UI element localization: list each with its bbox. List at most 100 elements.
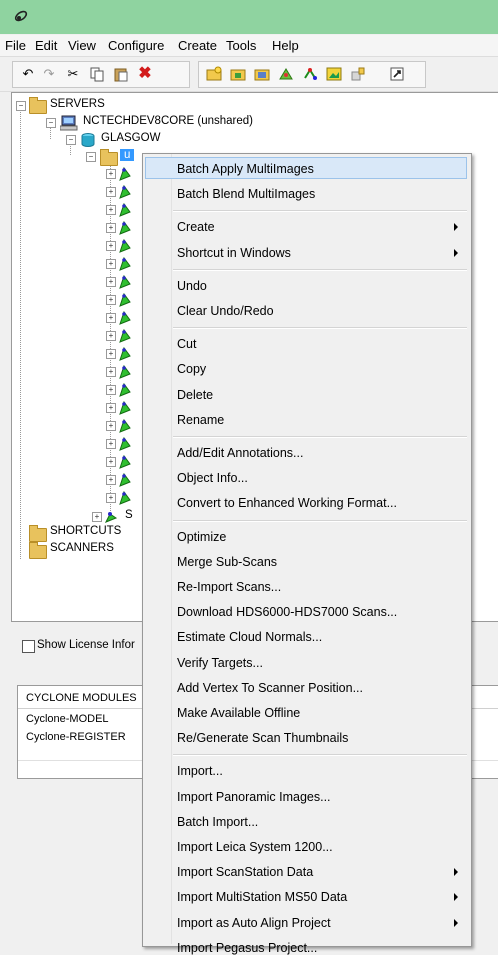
menu-item-optimize[interactable]: Optimize [177, 530, 226, 544]
toolbar: ↶ ↷ ✂ ✖ [0, 57, 498, 92]
menu-tools[interactable]: Tools [226, 38, 256, 53]
menu-item-delete[interactable]: Delete [177, 388, 213, 402]
tree-node-scan[interactable]: + [12, 364, 152, 380]
collapse-icon[interactable]: − [66, 135, 76, 145]
menu-item-import-multistation-ms50-data[interactable]: Import MultiStation MS50 Data [177, 890, 347, 904]
tree-node-scan[interactable]: + [12, 184, 152, 200]
folder-new-icon[interactable] [206, 66, 222, 82]
tree-node-scan[interactable]: + [12, 490, 152, 506]
register-icon[interactable] [302, 66, 318, 82]
expand-icon[interactable]: + [106, 439, 116, 449]
copy-icon[interactable] [89, 66, 105, 82]
help-icon[interactable] [389, 66, 405, 82]
tree-node-servers[interactable]: − SERVERS [12, 97, 212, 114]
tree-node-database[interactable]: − GLASGOW [12, 132, 212, 148]
menu-item-create[interactable]: Create [177, 220, 215, 234]
expand-icon[interactable]: + [106, 403, 116, 413]
tree-node-scan[interactable]: + [12, 202, 152, 218]
folder-image-icon[interactable] [254, 66, 270, 82]
tree-node-scan[interactable]: + [12, 472, 152, 488]
menu-item-add-vertex-to-scanner-position[interactable]: Add Vertex To Scanner Position... [177, 681, 363, 695]
image-icon[interactable] [326, 66, 342, 82]
menu-item-import-scanstation-data[interactable]: Import ScanStation Data [177, 865, 313, 879]
menu-view[interactable]: View [68, 38, 96, 53]
menu-item-import[interactable]: Import... [177, 764, 223, 778]
expand-icon[interactable]: + [106, 223, 116, 233]
tree-node-scan[interactable]: + [12, 382, 152, 398]
expand-icon[interactable]: + [106, 187, 116, 197]
menu-item-batch-import[interactable]: Batch Import... [177, 815, 258, 829]
menu-item-cut[interactable]: Cut [177, 337, 196, 351]
tree-node-scan[interactable]: + [12, 220, 152, 236]
menu-item-batch-blend-multiimages[interactable]: Batch Blend MultiImages [177, 187, 315, 201]
tree-node-scan[interactable]: + [12, 292, 152, 308]
expand-icon[interactable]: + [106, 331, 116, 341]
menu-item-import-panoramic-images[interactable]: Import Panoramic Images... [177, 790, 331, 804]
undo-icon[interactable]: ↶ [20, 66, 36, 82]
expand-icon[interactable]: + [106, 259, 116, 269]
menu-item-batch-apply-multiimages[interactable]: Batch Apply MultiImages [177, 162, 314, 176]
expand-icon[interactable]: + [106, 313, 116, 323]
tree-node-scan[interactable]: + [12, 274, 152, 290]
collapse-icon[interactable]: − [86, 152, 96, 162]
expand-icon[interactable]: + [106, 169, 116, 179]
tree-node-scan[interactable]: + [12, 400, 152, 416]
expand-icon[interactable]: + [106, 277, 116, 287]
expand-icon[interactable]: + [92, 512, 102, 522]
tree-node-server[interactable]: − NCTECHDEV8CORE (unshared) [12, 115, 312, 131]
menu-help[interactable]: Help [272, 38, 299, 53]
menu-edit[interactable]: Edit [35, 38, 57, 53]
menu-item-copy[interactable]: Copy [177, 362, 206, 376]
redo-icon[interactable]: ↷ [41, 66, 57, 82]
tree-node-scan[interactable]: + [12, 346, 152, 362]
menu-item-merge-sub-scans[interactable]: Merge Sub-Scans [177, 555, 277, 569]
menu-item-make-available-offline[interactable]: Make Available Offline [177, 706, 300, 720]
menu-item-undo[interactable]: Undo [177, 279, 207, 293]
tree-node-scan[interactable]: + [12, 166, 152, 182]
menu-item-object-info[interactable]: Object Info... [177, 471, 248, 485]
tree-node-scan[interactable]: + [12, 256, 152, 272]
menu-item-add-edit-annotations[interactable]: Add/Edit Annotations... [177, 446, 303, 460]
collapse-icon[interactable]: − [46, 118, 56, 128]
expand-icon[interactable]: + [106, 295, 116, 305]
menu-item-verify-targets[interactable]: Verify Targets... [177, 656, 263, 670]
tree-node-scan[interactable]: + [12, 454, 152, 470]
expand-icon[interactable]: + [106, 349, 116, 359]
expand-icon[interactable]: + [106, 475, 116, 485]
app-icon [14, 10, 28, 22]
menu-item-shortcut-in-windows[interactable]: Shortcut in Windows [177, 246, 291, 260]
menu-configure[interactable]: Configure [108, 38, 164, 53]
expand-icon[interactable]: + [106, 241, 116, 251]
menu-item-import-pegasus-project[interactable]: Import Pegasus Project... [177, 941, 317, 955]
menu-item-rename[interactable]: Rename [177, 413, 224, 427]
expand-icon[interactable]: + [106, 493, 116, 503]
menu-item-estimate-cloud-normals[interactable]: Estimate Cloud Normals... [177, 630, 322, 644]
menu-item-re-generate-scan-thumbnails[interactable]: Re/Generate Scan Thumbnails [177, 731, 348, 745]
collapse-icon[interactable]: − [16, 101, 26, 111]
cut-icon[interactable]: ✂ [65, 66, 81, 82]
tree-node-scan[interactable]: + [12, 310, 152, 326]
expand-icon[interactable]: + [106, 205, 116, 215]
delete-icon[interactable]: ✖ [137, 66, 153, 82]
expand-icon[interactable]: + [106, 457, 116, 467]
menu-item-re-import-scans[interactable]: Re-Import Scans... [177, 580, 281, 594]
scan-icon[interactable] [278, 66, 294, 82]
folder-open-icon[interactable] [230, 66, 246, 82]
expand-icon[interactable]: + [106, 421, 116, 431]
menu-item-clear-undo-redo[interactable]: Clear Undo/Redo [177, 304, 274, 318]
menu-item-import-leica-system-1200[interactable]: Import Leica System 1200... [177, 840, 333, 854]
tree-node-scan[interactable]: + [12, 328, 152, 344]
menu-create[interactable]: Create [178, 38, 217, 53]
paste-icon[interactable] [113, 66, 129, 82]
expand-icon[interactable]: + [106, 385, 116, 395]
menu-item-convert-to-enhanced-working-format[interactable]: Convert to Enhanced Working Format... [177, 496, 397, 510]
database-icon[interactable] [350, 66, 366, 82]
menu-item-download-hds6000-hds7000-scans[interactable]: Download HDS6000-HDS7000 Scans... [177, 605, 397, 619]
expand-icon[interactable]: + [106, 367, 116, 377]
tree-node-scan[interactable]: + [12, 238, 152, 254]
license-checkbox[interactable] [22, 640, 35, 653]
menu-item-import-as-auto-align-project[interactable]: Import as Auto Align Project [177, 916, 331, 930]
menu-file[interactable]: File [5, 38, 26, 53]
tree-node-scan[interactable]: + [12, 418, 152, 434]
tree-node-scan[interactable]: + [12, 436, 152, 452]
